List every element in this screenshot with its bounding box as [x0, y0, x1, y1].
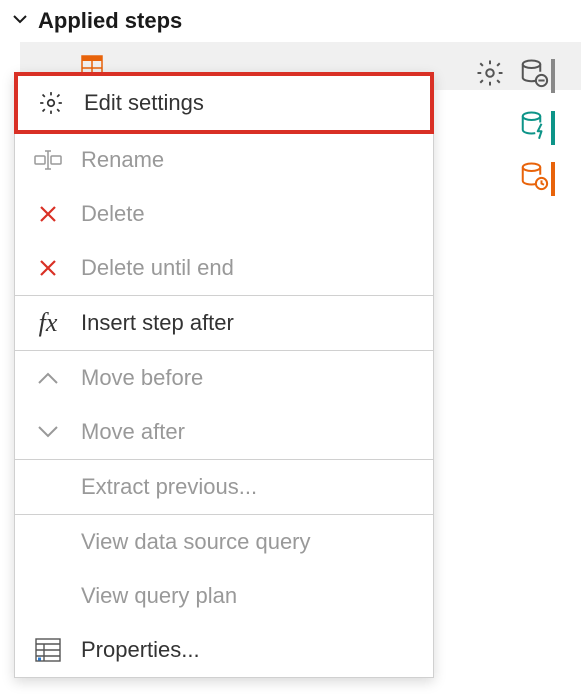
menu-label: View data source query [81, 529, 415, 555]
menu-item-view-query-plan[interactable]: View query plan [15, 569, 433, 623]
fx-icon: fx [33, 308, 63, 338]
database-fast-icon[interactable] [519, 110, 549, 145]
menu-item-move-after[interactable]: Move after [15, 405, 433, 459]
delete-icon [33, 253, 63, 283]
menu-item-edit-settings[interactable]: Edit settings [14, 72, 434, 134]
database-remove-icon[interactable] [519, 58, 549, 93]
menu-item-insert-step-after[interactable]: fx Insert step after [15, 296, 433, 350]
menu-label: Delete until end [81, 255, 415, 281]
menu-item-extract-previous[interactable]: Extract previous... [15, 460, 433, 514]
menu-item-view-data-source-query[interactable]: View data source query [15, 515, 433, 569]
menu-label: View query plan [81, 583, 415, 609]
blank-icon [33, 472, 63, 502]
chevron-up-icon [33, 363, 63, 393]
properties-icon [33, 635, 63, 665]
menu-item-move-before[interactable]: Move before [15, 351, 433, 405]
chevron-down-icon [33, 417, 63, 447]
menu-label: Move after [81, 419, 415, 445]
applied-steps-header[interactable]: Applied steps [0, 0, 581, 42]
gear-icon [36, 88, 66, 118]
menu-item-rename[interactable]: Rename [15, 133, 433, 187]
menu-label: Edit settings [84, 90, 412, 116]
delete-icon [33, 199, 63, 229]
menu-item-properties[interactable]: Properties... [15, 623, 433, 677]
side-bar-teal [551, 111, 555, 145]
side-bar-orange [551, 162, 555, 196]
menu-label: Delete [81, 201, 415, 227]
menu-label: Extract previous... [81, 474, 415, 500]
blank-icon [33, 527, 63, 557]
database-clock-icon[interactable] [519, 161, 549, 196]
blank-icon [33, 581, 63, 611]
gear-icon[interactable] [475, 58, 505, 93]
context-menu: Edit settings Rename Delete Delete until… [14, 72, 434, 678]
menu-label: Insert step after [81, 310, 415, 336]
menu-item-delete-until-end[interactable]: Delete until end [15, 241, 433, 295]
rename-icon [33, 145, 63, 175]
menu-label: Properties... [81, 637, 415, 663]
side-bar-gray [551, 59, 555, 93]
panel-title: Applied steps [38, 8, 182, 34]
menu-label: Move before [81, 365, 415, 391]
chevron-down-icon [12, 11, 28, 32]
menu-item-delete[interactable]: Delete [15, 187, 433, 241]
menu-label: Rename [81, 147, 415, 173]
